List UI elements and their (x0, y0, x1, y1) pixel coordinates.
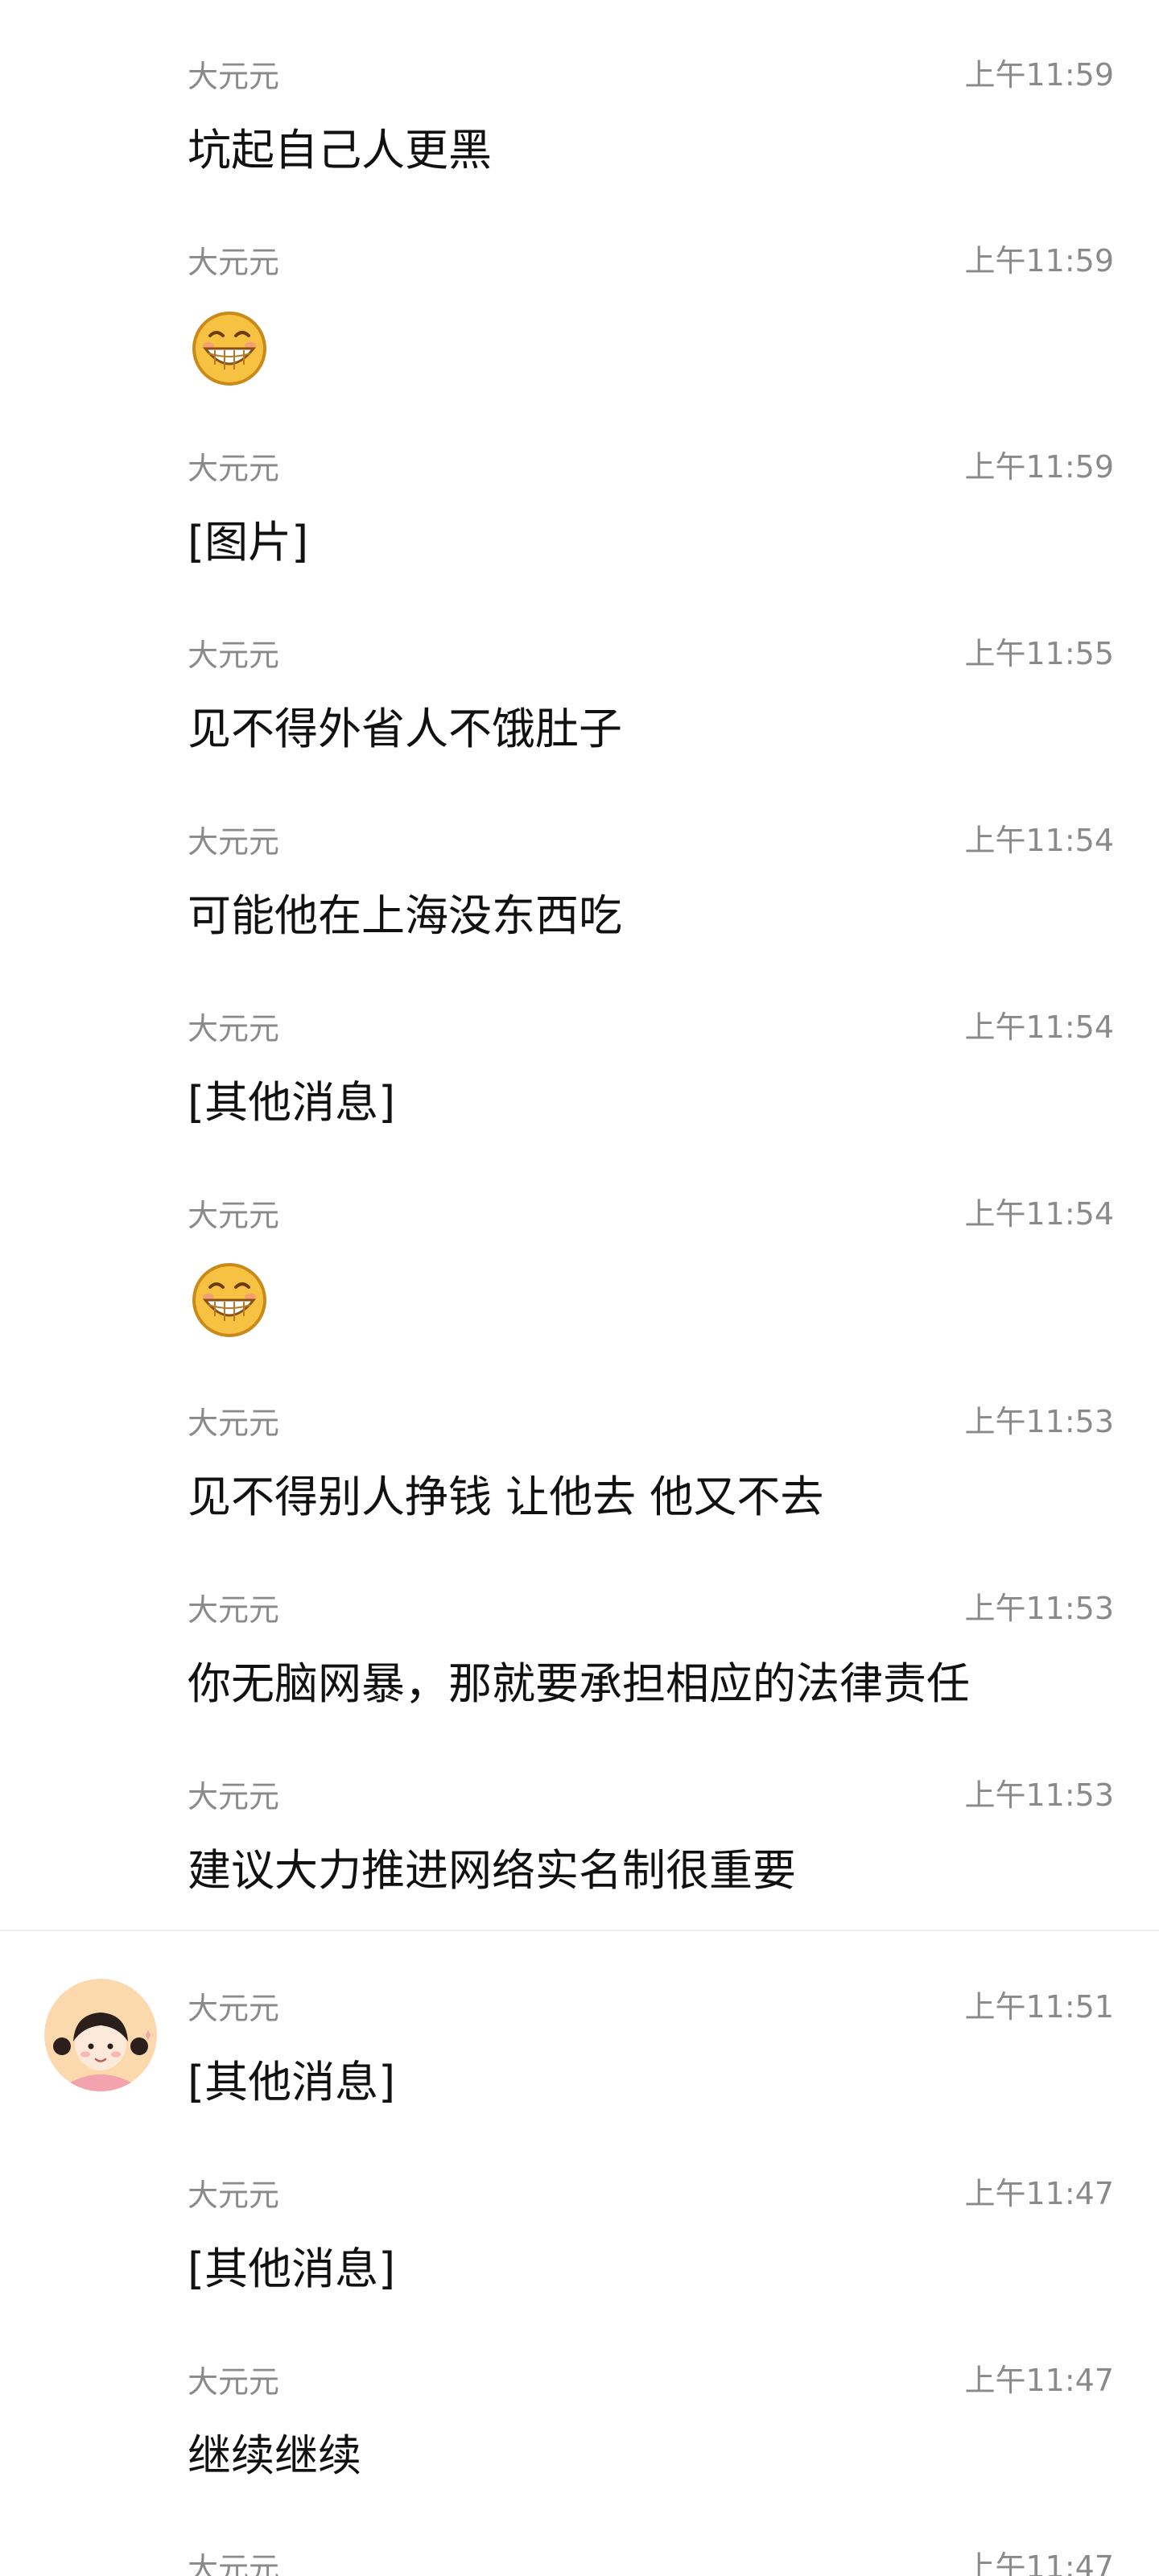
message-text: [其他消息] (188, 1077, 396, 1128)
message-text: 见不得别人挣钱 让他去 他又不去 (188, 1472, 824, 1522)
message-time: 上午11:47 (964, 2363, 1114, 2398)
message-time: 上午11:51 (964, 1989, 1114, 2025)
message-time: 上午11:47 (964, 2549, 1114, 2576)
message-text: 你无脑网暴，那就要承担相应的法律责任 (188, 1658, 970, 1709)
message-sender: 大元元 (188, 1991, 280, 2026)
message-text: 可能他在上海没东西吃 (188, 890, 622, 941)
message-time: 上午11:55 (964, 636, 1114, 671)
message-text: [其他消息] (188, 2244, 396, 2294)
message-sender: 大元元 (188, 451, 280, 486)
message-time: 上午11:53 (964, 1591, 1114, 1626)
message-text: [图片] (188, 517, 309, 568)
grinning-face-icon (192, 1263, 266, 1337)
message-time: 上午11:59 (964, 243, 1114, 279)
message-sender: 大元元 (188, 638, 280, 673)
message-sender: 大元元 (188, 59, 280, 94)
message-time: 上午11:59 (964, 449, 1114, 485)
message-text: 见不得外省人不饿肚子 (188, 704, 622, 754)
message-sender: 大元元 (188, 2551, 280, 2576)
chat-history-page: 大元元 上午11:59 坑起自己人更黑 大元元 上午11:59 大元元 上午11… (0, 0, 1159, 2576)
message-time: 上午11:53 (964, 1777, 1114, 1813)
message-time: 上午11:54 (964, 823, 1114, 858)
message-sender: 大元元 (188, 1592, 280, 1628)
message-time: 上午11:54 (964, 1009, 1114, 1045)
message-sender: 大元元 (188, 1011, 280, 1046)
message-text: 建议大力推进网络实名制很重要 (188, 1845, 796, 1896)
message-sender: 大元元 (188, 2178, 280, 2213)
message-time: 上午11:54 (964, 1196, 1114, 1232)
avatar[interactable] (44, 1979, 157, 2091)
message-sender: 大元元 (188, 1198, 280, 1233)
message-sender: 大元元 (188, 245, 280, 280)
message-text: [其他消息] (188, 2057, 396, 2107)
message-text: 继续继续 (188, 2430, 361, 2481)
message-group-divider (0, 1930, 1159, 1931)
grinning-face-icon (192, 312, 266, 386)
message-sender: 大元元 (188, 1406, 280, 1441)
message-time: 上午11:59 (964, 57, 1114, 93)
message-time: 上午11:53 (964, 1404, 1114, 1439)
message-sender: 大元元 (188, 2364, 280, 2400)
message-time: 上午11:47 (964, 2176, 1114, 2211)
girl-avatar-icon (44, 1979, 157, 2091)
message-sender: 大元元 (188, 1779, 280, 1814)
message-text: 坑起自己人更黑 (188, 125, 492, 175)
message-sender: 大元元 (188, 824, 280, 860)
